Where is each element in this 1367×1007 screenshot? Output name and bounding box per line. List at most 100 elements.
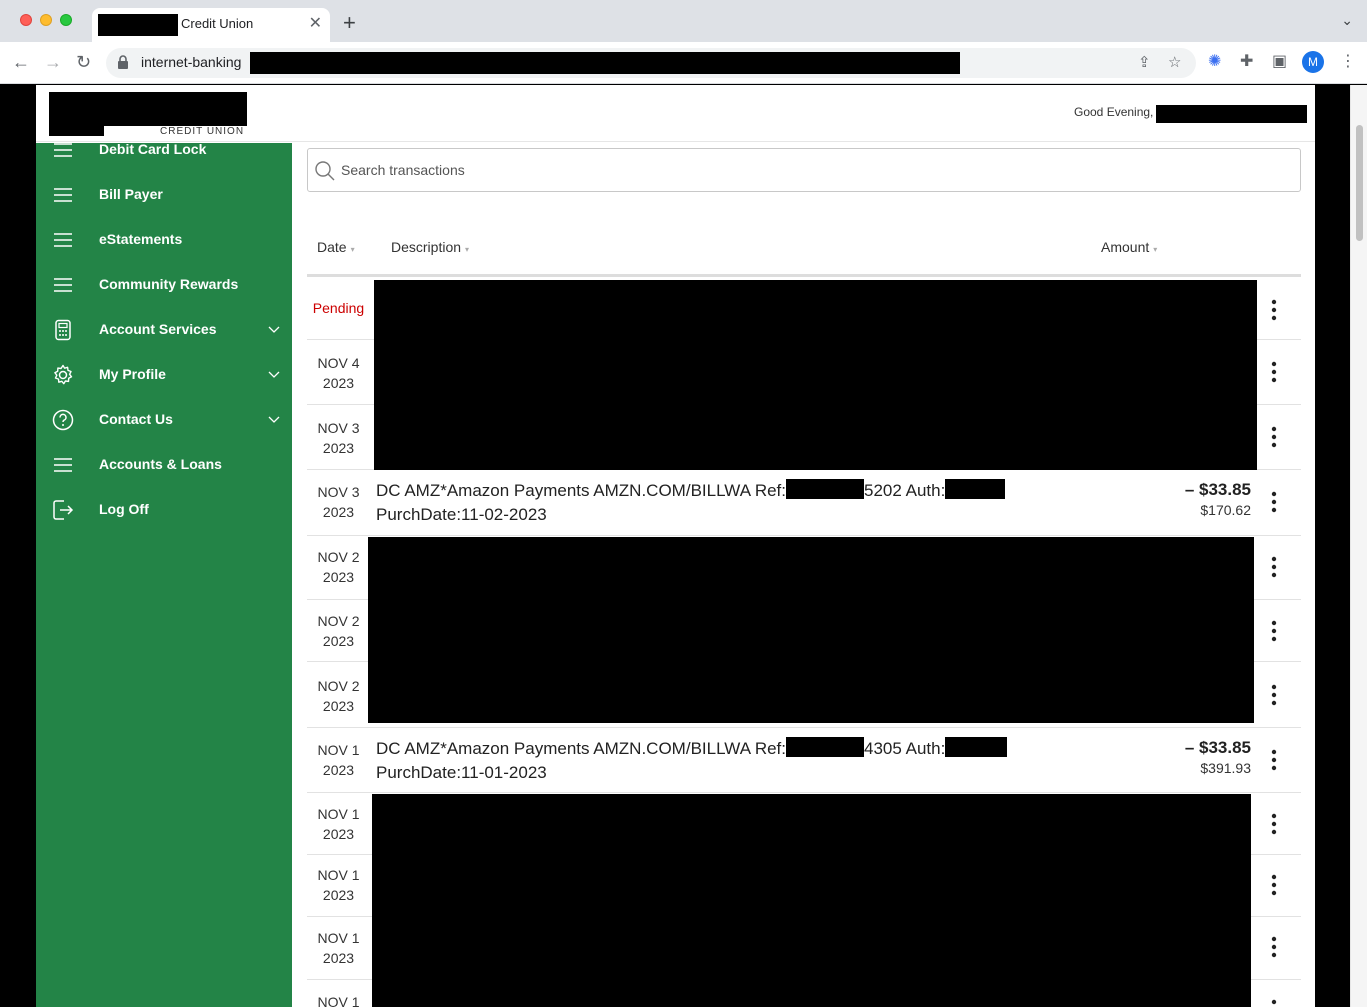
puzzle-icon[interactable]: ✚ <box>1240 53 1253 71</box>
date-line: 2023 <box>322 375 355 391</box>
amount-value: – $33.85 <box>1184 738 1251 757</box>
browser-tab[interactable]: Credit Union ✕ <box>92 8 330 42</box>
address-bar[interactable]: internet-banking ⇪ ☆ <box>106 48 1196 78</box>
description-text: PurchDate:11-01-2023 <box>376 763 547 782</box>
menu-icon <box>54 458 72 472</box>
more-options-icon[interactable] <box>1267 748 1281 772</box>
lock-icon <box>118 55 128 69</box>
amount-value: – $33.85 <box>1184 480 1251 499</box>
more-options-icon[interactable] <box>1267 873 1281 897</box>
sidebar-item-label: Community Rewards <box>99 276 239 292</box>
date-line: 2023 <box>322 569 355 585</box>
profile-avatar[interactable]: M <box>1302 51 1324 73</box>
logo[interactable] <box>49 92 247 126</box>
greeting-text: Good Evening, <box>1074 105 1154 119</box>
table-row[interactable]: NOV 1 2023 DC AMZ*Amazon Payments AMZN.CO… <box>307 728 1301 793</box>
more-options-icon[interactable] <box>1267 555 1281 579</box>
browser-tab-bar: Credit Union ✕ + ⌄ <box>0 0 1367 42</box>
sidebar-item-log-off[interactable]: Log Off <box>36 489 292 534</box>
more-options-icon[interactable] <box>1267 619 1281 643</box>
scrollbar[interactable] <box>1350 85 1367 1007</box>
extension-icon[interactable]: ✺ <box>1208 53 1221 71</box>
close-window-button[interactable] <box>20 14 32 26</box>
row-date: NOV 1 2023 <box>307 928 370 968</box>
sidebar-item-accounts-loans[interactable]: Accounts & Loans <box>36 444 292 489</box>
row-date: Pending <box>307 298 370 318</box>
description-text: DC AMZ*Amazon Payments AMZN.COM/BILLWA R… <box>376 481 786 500</box>
close-icon[interactable]: ✕ <box>309 14 322 34</box>
url-text[interactable]: internet-banking <box>141 54 241 70</box>
date-column-header[interactable]: Date ▾ <box>317 239 355 255</box>
description-column-header[interactable]: Description ▾ <box>391 239 469 255</box>
sidebar-item-community-rewards[interactable]: Community Rewards <box>36 264 292 309</box>
table-row[interactable]: NOV 3 2023 DC AMZ*Amazon Payments AMZN.CO… <box>307 470 1301 536</box>
more-options-icon[interactable] <box>1267 935 1281 959</box>
date-line: NOV 2 <box>317 678 360 694</box>
menu-icon <box>54 233 72 247</box>
table-header: Date ▾ Description ▾ Amount ▾ <box>307 231 1301 277</box>
help-icon <box>52 409 74 431</box>
sidebar-item-debit-card-lock[interactable]: Debit Card Lock <box>36 129 292 174</box>
balance-value: $391.93 <box>1200 760 1251 776</box>
chevron-down-icon[interactable] <box>268 368 280 380</box>
chevron-down-icon[interactable] <box>268 413 280 425</box>
amount-column-header[interactable]: Amount ▾ <box>1101 239 1157 255</box>
sidebar-item-label: Account Services <box>99 321 217 337</box>
date-line: 2023 <box>322 440 355 456</box>
date-line: 2023 <box>322 633 355 649</box>
transaction-description: DC AMZ*Amazon Payments AMZN.COM/BILLWA R… <box>376 737 1008 785</box>
balance-value: $170.62 <box>1200 502 1251 518</box>
redacted-block <box>98 14 178 36</box>
date-line: NOV 1 <box>317 806 360 822</box>
date-line: 2023 <box>322 950 355 966</box>
forward-icon[interactable]: → <box>44 51 62 73</box>
row-date: NOV 3 2023 <box>307 418 370 458</box>
back-icon[interactable]: ← <box>12 51 30 73</box>
more-icon[interactable]: ⋮ <box>1340 53 1356 71</box>
sidebar-item-estatements[interactable]: eStatements <box>36 219 292 264</box>
new-tab-icon[interactable]: + <box>343 10 356 36</box>
more-options-icon[interactable] <box>1267 683 1281 707</box>
row-date: NOV 1 2023 <box>307 740 370 780</box>
scrollbar-thumb[interactable] <box>1356 125 1363 241</box>
menu-icon <box>54 188 72 202</box>
redacted-block <box>372 794 1251 1007</box>
share-icon[interactable]: ⇪ <box>1138 53 1151 71</box>
sidebar-item-contact-us[interactable]: Contact Us <box>36 399 292 444</box>
star-icon[interactable]: ☆ <box>1168 53 1181 71</box>
header-label: Amount <box>1101 239 1150 255</box>
description-text: 4305 Auth: <box>864 739 946 758</box>
reload-icon[interactable]: ↻ <box>76 51 91 73</box>
row-date: NOV 1 <box>307 992 370 1007</box>
search-input[interactable] <box>341 149 1291 191</box>
row-date: NOV 2 2023 <box>307 676 370 716</box>
minimize-window-button[interactable] <box>40 14 52 26</box>
sidebar-item-label: Accounts & Loans <box>99 456 222 472</box>
sidebar-item-account-services[interactable]: Account Services <box>36 309 292 354</box>
date-line: NOV 4 <box>317 355 360 371</box>
more-options-icon[interactable] <box>1267 490 1281 514</box>
sidebar-item-my-profile[interactable]: My Profile <box>36 354 292 399</box>
more-options-icon[interactable] <box>1267 298 1281 322</box>
description-text: DC AMZ*Amazon Payments AMZN.COM/BILLWA R… <box>376 739 786 758</box>
more-options-icon[interactable] <box>1267 998 1281 1007</box>
date-line: NOV 3 <box>317 484 360 500</box>
transaction-amount: – $33.85 $391.93 <box>1185 738 1251 776</box>
sidebar-item-bill-payer[interactable]: Bill Payer <box>36 174 292 219</box>
sidepanel-icon[interactable]: ▣ <box>1272 53 1287 71</box>
redacted-block <box>786 737 864 757</box>
chevron-down-icon[interactable]: ⌄ <box>1341 12 1353 29</box>
row-date: NOV 2 2023 <box>307 611 370 651</box>
zoom-window-button[interactable] <box>60 14 72 26</box>
description-text: PurchDate:11-02-2023 <box>376 505 547 524</box>
tab-title: Credit Union <box>181 16 254 31</box>
transaction-description: DC AMZ*Amazon Payments AMZN.COM/BILLWA R… <box>376 479 1006 527</box>
more-options-icon[interactable] <box>1267 360 1281 384</box>
chevron-down-icon[interactable] <box>268 323 280 335</box>
date-line: 2023 <box>322 762 355 778</box>
more-options-icon[interactable] <box>1267 812 1281 836</box>
redacted-block <box>368 537 1254 723</box>
redacted-block <box>786 479 864 499</box>
header-label: Description <box>391 239 462 255</box>
more-options-icon[interactable] <box>1267 425 1281 449</box>
